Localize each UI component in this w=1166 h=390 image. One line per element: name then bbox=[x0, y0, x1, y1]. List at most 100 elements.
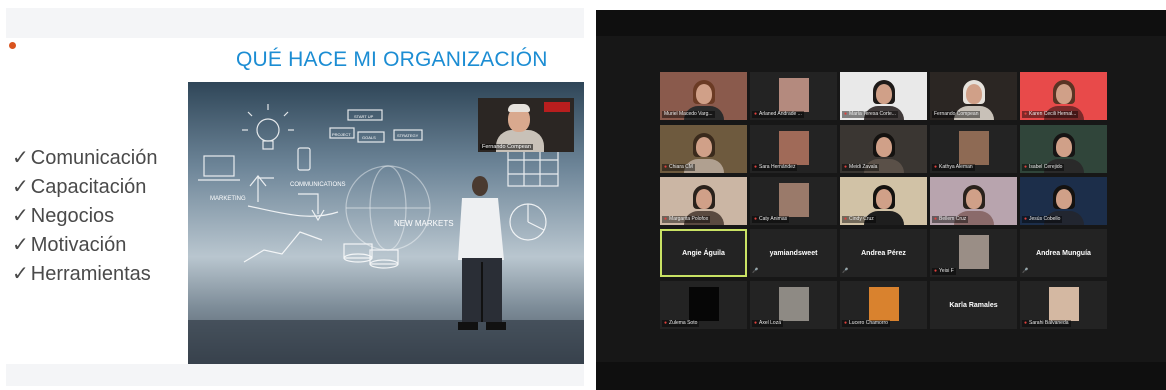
mic-muted-icon: ● bbox=[664, 216, 668, 222]
gallery-bottom-bar bbox=[596, 362, 1166, 390]
participant-tile[interactable]: ● Sarahi Balvaneda bbox=[1020, 281, 1107, 329]
participant-tile[interactable]: ● Lucero Chamorro bbox=[840, 281, 927, 329]
participant-name-text: Axel Loza bbox=[759, 320, 781, 326]
slide-top-bar bbox=[6, 8, 584, 38]
participant-display-name: yamiandsweet bbox=[769, 249, 818, 257]
participant-face bbox=[696, 137, 712, 157]
participant-face bbox=[876, 137, 892, 157]
label-new-markets: NEW MARKETS bbox=[394, 219, 454, 228]
participant-name-text: Yeisi F bbox=[939, 268, 954, 274]
label-start-up: START UP bbox=[354, 114, 374, 119]
participant-tile[interactable]: ● Jesús Cobello bbox=[1020, 177, 1107, 225]
participant-tile[interactable]: ● Yeisi F bbox=[930, 229, 1017, 277]
mic-muted-icon: ● bbox=[1024, 216, 1028, 222]
participant-name-text: Arlaned Andrade ... bbox=[759, 111, 802, 117]
participant-name-text: Fernando Compean bbox=[934, 111, 979, 117]
participant-tile[interactable]: ● Kathya Aleman bbox=[930, 125, 1017, 173]
mic-muted-icon: 🎤 bbox=[752, 268, 759, 274]
participant-name-text: Sarahi Balvaneda bbox=[1029, 320, 1069, 326]
mic-muted-icon: ● bbox=[664, 164, 668, 170]
participant-name-text: María Teresa Corte... bbox=[849, 111, 896, 117]
participant-profile-picture bbox=[779, 287, 809, 321]
participant-tile[interactable]: ● Cindy Cruz bbox=[840, 177, 927, 225]
participant-name-label: ● Axel Loza bbox=[752, 320, 783, 327]
label-project: PROJECT bbox=[332, 132, 351, 137]
participant-name-label: Fernando Compean bbox=[932, 111, 981, 118]
bullet-item: ✓ Comunicación bbox=[12, 147, 158, 169]
participant-tile[interactable]: Angie Águila bbox=[660, 229, 747, 277]
participant-tile[interactable]: ● Caty Animas bbox=[750, 177, 837, 225]
presenter-video-pip[interactable]: Fernando Compean bbox=[478, 98, 574, 152]
participant-name-text: Kathya Aleman bbox=[939, 164, 973, 170]
participant-profile-picture bbox=[779, 183, 809, 217]
label-goals: GOALS bbox=[362, 135, 376, 140]
bullet-item: ✓ Motivación bbox=[12, 234, 127, 256]
mic-muted-icon: ● bbox=[754, 216, 758, 222]
participant-face bbox=[1056, 84, 1072, 104]
slide-marker-icon bbox=[9, 42, 16, 49]
participant-profile-picture bbox=[869, 287, 899, 321]
participant-tile[interactable]: ● Isabel Cerejido bbox=[1020, 125, 1107, 173]
participant-tile[interactable]: Muriel Macedo Varg... bbox=[660, 72, 747, 120]
participant-profile-picture bbox=[779, 131, 809, 165]
participant-name-label: ● Cindy Cruz bbox=[842, 216, 876, 223]
mic-muted-icon: ● bbox=[754, 320, 758, 326]
participant-face bbox=[966, 84, 982, 104]
participant-profile-picture bbox=[1049, 287, 1079, 321]
check-icon: ✓ bbox=[12, 263, 29, 285]
participant-name-label: ● Margarita Polofox bbox=[662, 216, 711, 223]
participant-tile[interactable]: Karla Ramales bbox=[930, 281, 1017, 329]
participant-tile[interactable]: ● María Teresa Corte... bbox=[840, 72, 927, 120]
mic-muted-icon: ● bbox=[934, 164, 938, 170]
participant-tile[interactable]: ● Axel Loza bbox=[750, 281, 837, 329]
participant-name-text: Muriel Macedo Varg... bbox=[664, 111, 713, 117]
participant-name-label: ● Kathya Aleman bbox=[932, 164, 975, 171]
participant-tile[interactable]: Fernando Compean bbox=[930, 72, 1017, 120]
participant-tile[interactable]: ● Bellem Cruz bbox=[930, 177, 1017, 225]
participant-tile[interactable]: Andrea Munguía 🎤 bbox=[1020, 229, 1107, 277]
mic-muted-icon: ● bbox=[844, 164, 848, 170]
participant-tile[interactable]: ● Margarita Polofox bbox=[660, 177, 747, 225]
participant-name-label: ● Bellem Cruz bbox=[932, 216, 969, 223]
participant-name-label: Muriel Macedo Varg... bbox=[662, 111, 715, 118]
participant-face bbox=[696, 84, 712, 104]
bullet-item: ✓ Negocios bbox=[12, 205, 115, 227]
participant-face bbox=[696, 189, 712, 209]
presenter-name-label: Fernando Compean bbox=[480, 144, 533, 150]
participant-face bbox=[1056, 189, 1072, 209]
bullet-item: ✓ Capacitación bbox=[12, 176, 147, 198]
participant-name-label: ● María Teresa Corte... bbox=[842, 111, 898, 118]
participant-name-label: ● Sarahi Balvaneda bbox=[1022, 320, 1071, 327]
participant-tile[interactable]: Andrea Pérez 🎤 bbox=[840, 229, 927, 277]
participant-tile[interactable]: ● Chiara CM bbox=[660, 125, 747, 173]
mic-muted-icon: ● bbox=[844, 216, 848, 222]
participant-tile[interactable]: ● Meidi Zavala bbox=[840, 125, 927, 173]
mic-muted-icon: ● bbox=[934, 216, 938, 222]
presenter-hair bbox=[508, 104, 530, 112]
participant-name-label: ● Arlaned Andrade ... bbox=[752, 111, 804, 118]
businessman-figure bbox=[458, 176, 506, 330]
participant-face bbox=[966, 189, 982, 209]
participant-tile[interactable]: yamiandsweet 🎤 bbox=[750, 229, 837, 277]
participant-name-label: ● Chiara CM bbox=[662, 164, 695, 171]
participant-name-text: Meidi Zavala bbox=[849, 164, 878, 170]
bullet-item: ✓ Herramientas bbox=[12, 263, 151, 285]
participant-name-label: ● Caty Animas bbox=[752, 216, 790, 223]
mic-muted-icon: 🎤 bbox=[842, 268, 849, 274]
participant-profile-picture bbox=[689, 287, 719, 321]
participant-profile-picture bbox=[959, 235, 989, 269]
participant-name-text: Lucero Chamorro bbox=[849, 320, 888, 326]
video-gallery-view: Muriel Macedo Varg... ● Arlaned Andrade ..… bbox=[596, 10, 1166, 390]
participant-name-text: Jesús Cobello bbox=[1029, 216, 1061, 222]
mic-muted-icon: ● bbox=[664, 320, 668, 326]
participant-tile[interactable]: ● Zulema Soto bbox=[660, 281, 747, 329]
participant-tile[interactable]: ● Arlaned Andrade ... bbox=[750, 72, 837, 120]
participant-name-text: Karen Cecili Hernal... bbox=[1029, 111, 1077, 117]
participant-tile[interactable]: ● Sara Hernández bbox=[750, 125, 837, 173]
participant-name-text: Margarita Polofox bbox=[669, 216, 709, 222]
participant-name-label: ● Yeisi F bbox=[932, 268, 956, 275]
mic-muted-icon: ● bbox=[844, 111, 848, 117]
mic-muted-icon: ● bbox=[1024, 111, 1028, 117]
participant-name-text: Bellem Cruz bbox=[939, 216, 967, 222]
participant-tile[interactable]: ● Karen Cecili Hernal... bbox=[1020, 72, 1107, 120]
